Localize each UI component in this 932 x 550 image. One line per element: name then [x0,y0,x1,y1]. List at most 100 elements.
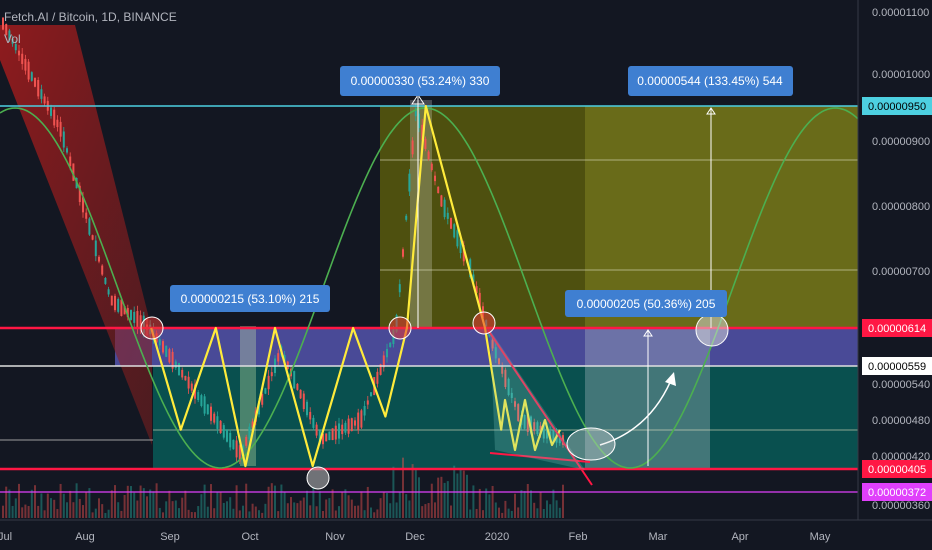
volume-bar [389,503,392,518]
volume-bar [165,501,168,518]
tradingview-chart[interactable]: 0.00000215 (53.10%) 215 0.00000330 (53.2… [0,0,932,550]
volume-bar [56,509,59,518]
candle-body [398,284,401,293]
volume-bar [283,491,286,518]
volume-bar [27,506,30,518]
annotation-4[interactable]: 0.00000205 (50.36%) 205 [565,290,727,317]
candle-body [434,175,436,182]
candle-body [450,217,452,229]
volume-bar [558,507,561,518]
volume-bar [187,509,190,518]
volume-bar [427,503,430,518]
time-axis[interactable] [0,520,932,550]
volume-bar [216,491,219,518]
volume-bar [373,512,376,518]
svg-text:0.00000614: 0.00000614 [868,323,926,335]
volume-bar [11,505,14,518]
volume-bar [536,508,539,518]
candle-body [424,138,427,149]
volume-bar [235,485,238,518]
candle-body [40,89,43,99]
volume-bar [110,490,113,518]
volume-bar [475,508,478,518]
annotation-3-text: 0.00000544 (133.45%) 544 [637,74,783,88]
volume-bar [242,505,244,518]
candle-body [184,375,187,381]
volume-bar [194,512,196,518]
candle-body [267,375,270,390]
volume-bar [98,498,100,518]
volume-bar [53,499,56,518]
candle-body [411,140,414,155]
volume-bar [190,512,193,518]
annotation-1[interactable]: 0.00000215 (53.10%) 215 [170,285,330,312]
volume-bar [206,506,209,518]
annotation-2[interactable]: 0.00000330 (53.24%) 330 [340,66,500,96]
volume-bar [478,488,481,518]
volume-bar [482,510,484,518]
volume-bar [46,493,49,518]
y-tick-label: 0.00000360 [872,500,930,512]
volume-bar [174,500,177,518]
volume-bar [133,492,136,518]
candle-body [350,418,353,432]
volume-label: Vol [4,32,21,46]
y-tick-label: 0.00000540 [872,379,930,391]
volume-bar [549,504,552,518]
y-tick-label: 0.00001100 [872,7,929,19]
volume-bar [494,502,497,518]
volume-bar [254,506,257,518]
price-label: 0.00000559 [862,357,932,375]
candle-body [408,173,411,192]
volume-bar [424,504,427,518]
volume-bar [75,483,78,518]
volume-bar [507,508,510,518]
volume-bar [405,494,408,518]
candle-body [85,212,88,219]
volume-bar [226,501,228,518]
volume-bar [155,483,158,518]
volume-bar [472,485,475,518]
volume-bar [338,506,340,518]
annotation-3[interactable]: 0.00000544 (133.45%) 544 [628,66,793,96]
candle-body [331,428,334,441]
volume-bar [440,476,443,518]
volume-bar [341,492,344,518]
volume-bar [306,490,308,518]
candle-body [386,349,388,358]
volume-bar [450,505,452,518]
volume-bar [123,494,126,518]
volume-bar [498,507,500,518]
volume-bar [43,510,46,518]
candle-body [53,109,56,126]
volume-bar [238,510,241,518]
volume-bar [107,509,110,518]
candle-body [446,212,449,219]
volume-bar [357,505,360,518]
volume-bar [382,492,385,518]
candle-body [104,278,107,284]
candle-body [21,53,24,64]
candle-body [219,420,222,434]
volume-bar [517,507,520,518]
candle-body [453,224,456,238]
candle-body [232,439,235,450]
volume-bar [69,490,72,518]
x-tick-label: Oct [241,531,258,543]
candle-body [229,432,232,448]
volume-bar [30,489,33,518]
volume-bar [462,470,465,518]
volume-bar [18,483,20,518]
candle-body [402,249,404,257]
x-tick-label: Dec [405,531,425,543]
volume-bar [94,508,97,518]
volume-bar [334,510,337,518]
candle-body [190,383,193,391]
volume-bar [485,488,488,518]
volume-bar [264,503,267,518]
price-label: 0.00000405 [862,460,932,478]
candle-body [181,369,184,378]
x-tick-label: Aug [75,531,95,543]
volume-bar [414,467,417,518]
volume-bar [101,504,104,518]
